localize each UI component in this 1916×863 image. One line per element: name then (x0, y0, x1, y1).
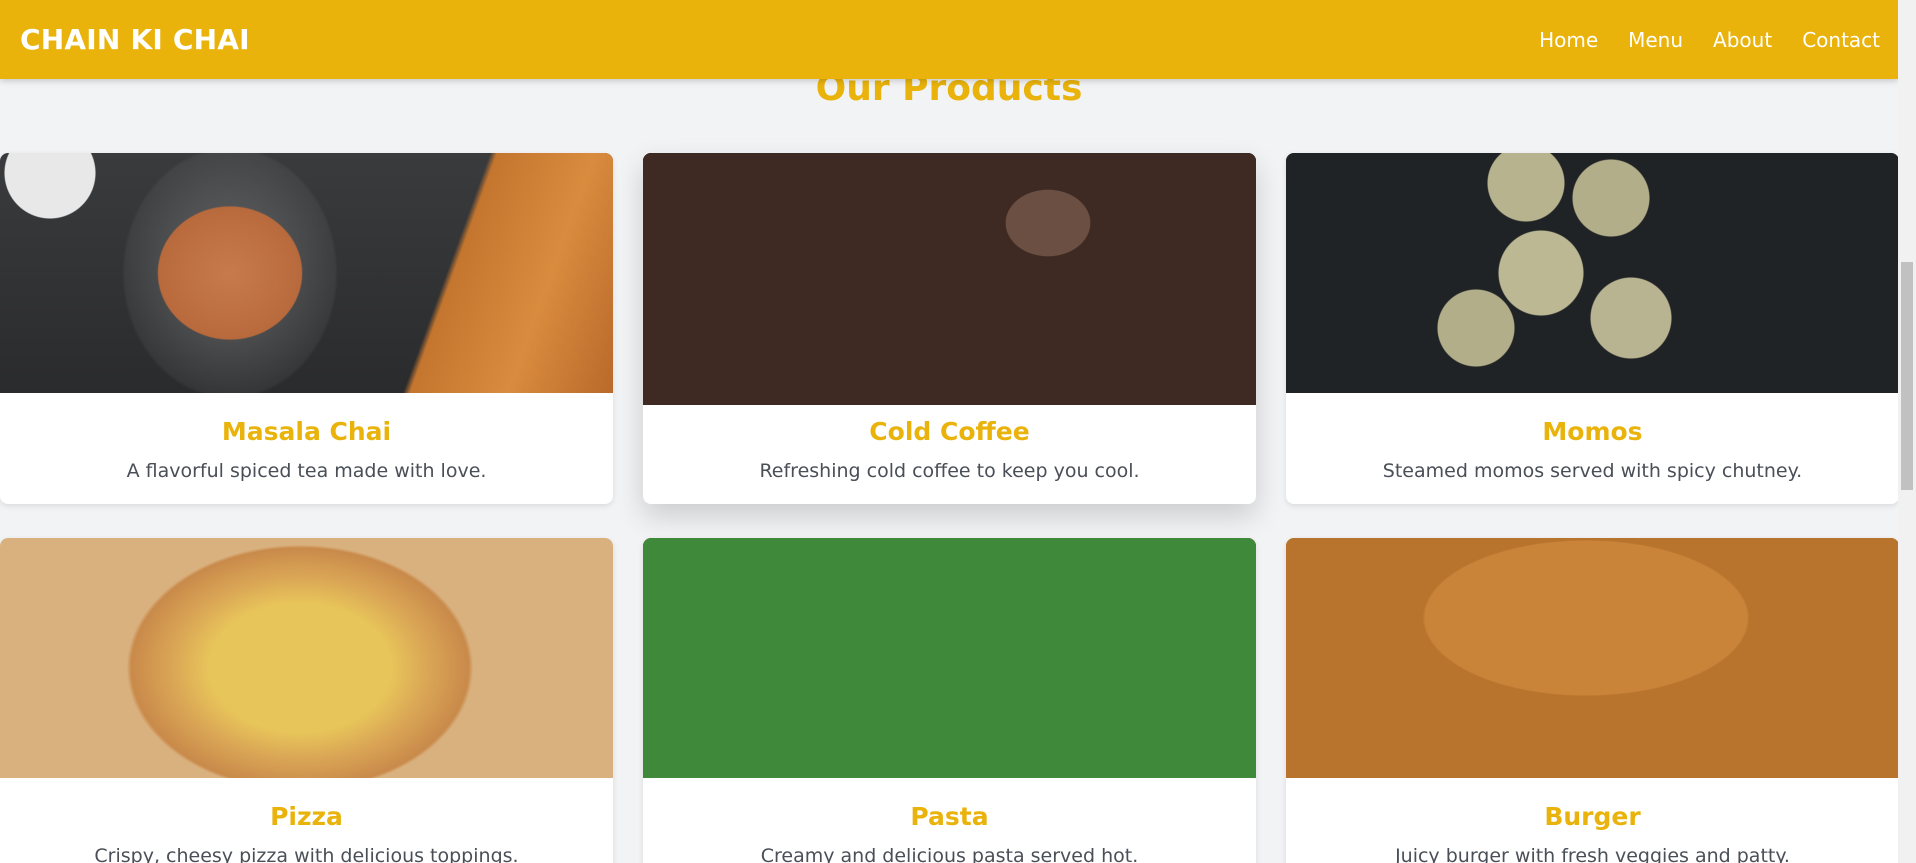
product-title: Pasta (910, 802, 989, 831)
nav-menu-link[interactable]: Menu (1628, 28, 1683, 52)
product-description: A flavorful spiced tea made with love. (126, 460, 487, 482)
product-card-masala-chai[interactable]: Masala Chai A flavorful spiced tea made … (0, 153, 613, 504)
product-card-momos[interactable]: Momos Steamed momos served with spicy ch… (1286, 153, 1899, 504)
burger-image (1286, 538, 1899, 778)
product-card-pizza[interactable]: Pizza Crispy, cheesy pizza with deliciou… (0, 538, 613, 863)
product-title: Pizza (270, 802, 343, 831)
product-description: Juicy burger with fresh veggies and patt… (1395, 845, 1790, 863)
nav-links: Home Menu About Contact (1509, 0, 1880, 79)
navbar: CHAIN KI CHAI Home Menu About Contact (0, 0, 1898, 79)
product-title: Cold Coffee (869, 417, 1030, 446)
product-card-pasta[interactable]: Pasta Creamy and delicious pasta served … (643, 538, 1256, 863)
page: CHAIN KI CHAI Home Menu About Contact Ou… (0, 0, 1916, 863)
product-title: Masala Chai (221, 417, 392, 446)
scrollbar[interactable] (1898, 0, 1916, 863)
nav-home-link[interactable]: Home (1539, 28, 1598, 52)
nav-contact-link[interactable]: Contact (1802, 28, 1880, 52)
product-card-cold-coffee[interactable]: Cold Coffee Refreshing cold coffee to ke… (643, 153, 1256, 504)
product-title: Momos (1542, 417, 1643, 446)
pizza-image (0, 538, 613, 778)
pasta-image (643, 538, 1256, 778)
nav-about-link[interactable]: About (1713, 28, 1772, 52)
masala-chai-image (0, 153, 613, 393)
brand-logo[interactable]: CHAIN KI CHAI (20, 0, 250, 79)
product-description: Steamed momos served with spicy chutney. (1382, 460, 1803, 482)
product-description: Crispy, cheesy pizza with delicious topp… (94, 845, 519, 863)
scrollbar-thumb[interactable] (1901, 262, 1913, 490)
product-card-burger[interactable]: Burger Juicy burger with fresh veggies a… (1286, 538, 1899, 863)
product-description: Creamy and delicious pasta served hot. (760, 845, 1139, 863)
momos-image (1286, 153, 1899, 393)
product-description: Refreshing cold coffee to keep you cool. (759, 460, 1140, 482)
cold-coffee-image (643, 153, 1256, 405)
product-title: Burger (1544, 802, 1641, 831)
